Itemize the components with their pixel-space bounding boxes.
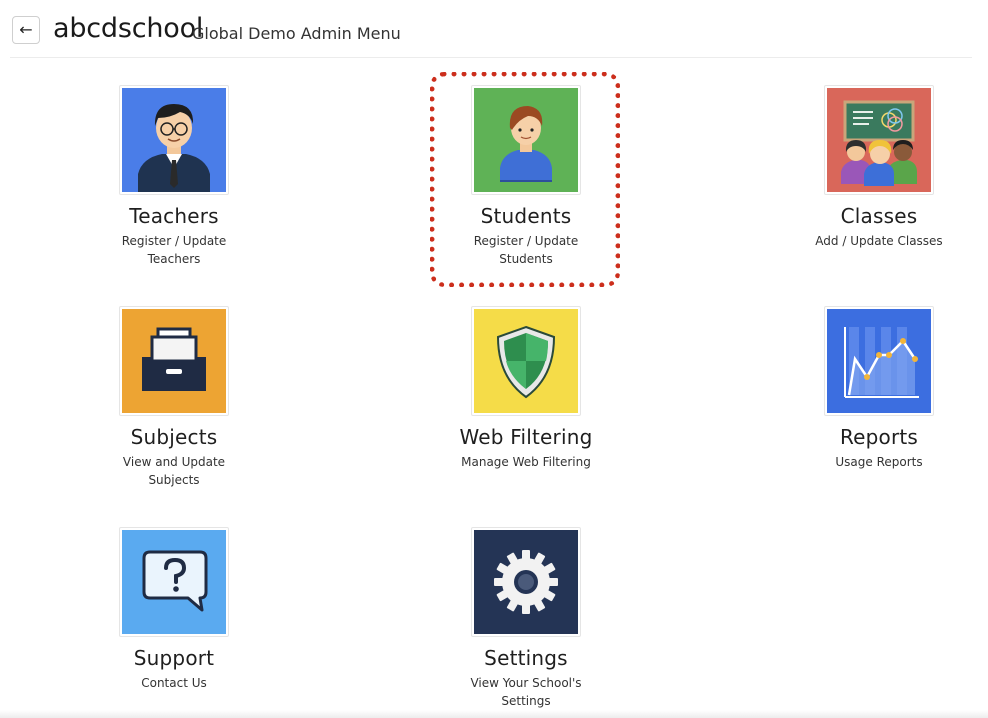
- tile-description: View Your School's Settings: [426, 674, 626, 710]
- tile-description-line: View and Update: [122, 455, 226, 469]
- tile-image: [471, 306, 581, 416]
- tile-title: Teachers: [129, 204, 219, 228]
- tile-image: [824, 306, 934, 416]
- tile-title: Classes: [840, 204, 918, 228]
- menu-tile-classes[interactable]: Classes Add / Update Classes: [779, 85, 979, 250]
- tile-description: Contact Us: [74, 674, 274, 692]
- tile-description-line: Manage Web Filtering: [461, 455, 591, 469]
- tile-title: Reports: [839, 425, 919, 449]
- tile-title: Settings: [484, 646, 568, 670]
- tile-description-line: Settings: [501, 694, 551, 708]
- tile-description-line: Students: [499, 252, 553, 266]
- tile-description-line: Usage Reports: [835, 455, 923, 469]
- back-button[interactable]: ←: [12, 16, 40, 44]
- menu-tile-teachers[interactable]: Teachers Register / Update Teachers: [74, 85, 274, 268]
- tile-description-line: View Your School's: [470, 676, 582, 690]
- tile-description: Usage Reports: [779, 453, 979, 471]
- school-name: abcdschool: [53, 13, 204, 44]
- tile-description: View and Update Subjects: [74, 453, 274, 489]
- menu-title: Global Demo Admin Menu: [192, 24, 401, 43]
- bottom-edge-shadow: [0, 710, 988, 718]
- tile-description-line: Register / Update: [121, 234, 227, 248]
- tile-description-line: Teachers: [147, 252, 201, 266]
- tile-description: Register / Update Teachers: [74, 232, 274, 268]
- menu-tile-support[interactable]: Support Contact Us: [74, 527, 274, 692]
- tile-title: Web Filtering: [459, 425, 593, 449]
- line-chart-icon: [827, 309, 931, 413]
- tile-description: Manage Web Filtering: [426, 453, 626, 471]
- tile-title: Students: [480, 204, 572, 228]
- tile-description: Add / Update Classes: [779, 232, 979, 250]
- file-drawer-icon: [122, 309, 226, 413]
- shield-icon: [474, 309, 578, 413]
- tile-image: [119, 85, 229, 195]
- gear-icon: [474, 530, 578, 634]
- tile-description-line: Register / Update: [473, 234, 579, 248]
- tile-description: Register / Update Students: [426, 232, 626, 268]
- classroom-icon: [827, 88, 931, 192]
- question-bubble-icon: [122, 530, 226, 634]
- student-icon: [474, 88, 578, 192]
- tile-image: [119, 527, 229, 637]
- tile-description-line: Add / Update Classes: [815, 234, 943, 248]
- teacher-icon: [122, 88, 226, 192]
- menu-tile-reports[interactable]: Reports Usage Reports: [779, 306, 979, 471]
- tile-title: Support: [133, 646, 215, 670]
- menu-tile-settings[interactable]: Settings View Your School's Settings: [426, 527, 626, 710]
- tile-image: [471, 85, 581, 195]
- menu-tile-students[interactable]: Students Register / Update Students: [426, 85, 626, 268]
- arrow-left-icon: ←: [19, 20, 33, 39]
- tile-title: Subjects: [130, 425, 218, 449]
- header-divider: [10, 57, 972, 58]
- tile-description-line: Subjects: [148, 473, 200, 487]
- tile-description-line: Contact Us: [141, 676, 207, 690]
- page-header: ← abcdschool Global Demo Admin Menu: [0, 0, 988, 58]
- tile-image: [119, 306, 229, 416]
- menu-tile-subjects[interactable]: Subjects View and Update Subjects: [74, 306, 274, 489]
- menu-tile-web-filtering[interactable]: Web Filtering Manage Web Filtering: [426, 306, 626, 471]
- tile-image: [471, 527, 581, 637]
- tile-image: [824, 85, 934, 195]
